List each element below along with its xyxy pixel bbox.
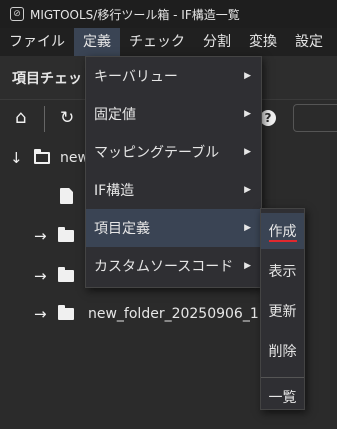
submenu-item-label: 一覧 xyxy=(268,390,297,406)
menu-convert[interactable]: 変換 xyxy=(240,28,286,56)
folder-icon xyxy=(58,305,74,320)
tree-root-row[interactable]: ↓ new xyxy=(10,148,89,168)
tree-row[interactable]: → xyxy=(34,266,74,286)
submenu-item-label: 更新 xyxy=(268,304,297,320)
menu-item-field-definition[interactable]: 項目定義 ▶ xyxy=(86,209,261,247)
chevron-right-icon: ▶ xyxy=(244,223,251,233)
help-icon[interactable]: ? xyxy=(260,110,276,126)
folder-icon xyxy=(58,267,74,282)
menu-item-mapping-table[interactable]: マッピングテーブル ▶ xyxy=(86,133,261,171)
submenu-divider xyxy=(261,377,304,378)
chevron-right-icon: ▶ xyxy=(244,71,251,81)
submenu-item-list[interactable]: 一覧 xyxy=(261,379,304,415)
home-icon[interactable]: ⌂ xyxy=(15,109,26,127)
submenu-item-create[interactable]: 作成 xyxy=(261,213,304,249)
menu-item-label: 項目定義 xyxy=(94,221,150,237)
field-definition-submenu: 作成 表示 更新 削除 一覧 xyxy=(260,208,305,410)
refresh-icon[interactable]: ↻ xyxy=(60,110,74,127)
search-input[interactable] xyxy=(293,104,337,132)
window-title: MIGTOOLS/移行ツール箱 - IF構造一覧 xyxy=(30,7,240,22)
menu-settings[interactable]: 設定 xyxy=(286,28,332,56)
expand-arrow-icon[interactable]: → xyxy=(34,227,52,245)
file-icon xyxy=(60,188,73,204)
menu-item-label: キーバリュー xyxy=(94,69,178,85)
tree-row[interactable]: → xyxy=(34,226,74,246)
menu-item-fixed-value[interactable]: 固定値 ▶ xyxy=(86,95,261,133)
menu-check[interactable]: チェック xyxy=(120,28,194,56)
chevron-right-icon: ▶ xyxy=(244,185,251,195)
submenu-item-label: 削除 xyxy=(268,344,297,360)
menu-file[interactable]: ファイル xyxy=(0,28,74,56)
menu-item-label: 固定値 xyxy=(94,107,136,123)
panel-title: 項目チェッ xyxy=(12,70,82,87)
app-icon: ⊘ xyxy=(10,7,24,21)
menu-item-label: マッピングテーブル xyxy=(94,145,220,161)
menu-item-custom-source-code[interactable]: カスタムソースコード ▶ xyxy=(86,247,261,285)
menu-split[interactable]: 分割 xyxy=(194,28,240,56)
active-underline xyxy=(269,240,297,242)
menu-item-label: IF構造 xyxy=(94,183,135,199)
menu-bar: ファイル 定義 チェック 分割 変換 設定 xyxy=(0,28,337,56)
menu-item-label: カスタムソースコード xyxy=(94,259,234,275)
expand-arrow-icon[interactable]: → xyxy=(34,305,52,323)
submenu-item-delete[interactable]: 削除 xyxy=(261,333,304,369)
chevron-right-icon: ▶ xyxy=(244,147,251,157)
menu-definition[interactable]: 定義 xyxy=(74,28,120,56)
definition-dropdown-menu: キーバリュー ▶ 固定値 ▶ マッピングテーブル ▶ IF構造 ▶ 項目定義 ▶… xyxy=(85,56,262,288)
chevron-right-icon: ▶ xyxy=(244,109,251,119)
collapse-arrow-icon[interactable]: ↓ xyxy=(10,149,28,167)
submenu-item-view[interactable]: 表示 xyxy=(261,253,304,289)
submenu-item-label: 作成 xyxy=(268,224,297,240)
menu-item-key-value[interactable]: キーバリュー ▶ xyxy=(86,57,261,95)
submenu-item-update[interactable]: 更新 xyxy=(261,293,304,329)
submenu-item-label: 表示 xyxy=(268,264,297,280)
expand-arrow-icon[interactable]: → xyxy=(34,267,52,285)
toolbar-divider xyxy=(44,106,45,132)
tree-row-label: new_folder_20250906_112 xyxy=(88,306,277,322)
tree-file-row[interactable] xyxy=(60,186,73,206)
folder-open-icon xyxy=(34,149,50,164)
folder-icon xyxy=(58,227,74,242)
menu-item-if-structure[interactable]: IF構造 ▶ xyxy=(86,171,261,209)
title-bar: ⊘ MIGTOOLS/移行ツール箱 - IF構造一覧 xyxy=(0,0,337,28)
chevron-right-icon: ▶ xyxy=(244,261,251,271)
tree-row[interactable]: → new_folder_20250906_112 xyxy=(34,304,277,324)
